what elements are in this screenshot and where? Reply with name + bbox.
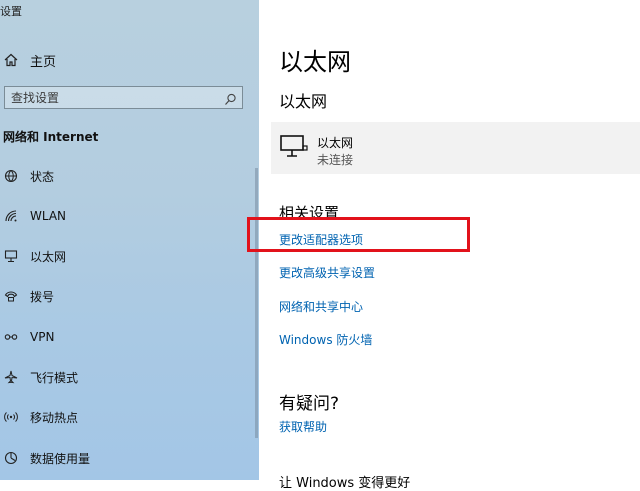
windows-firewall-link[interactable]: Windows 防火墙: [279, 331, 372, 348]
advanced-sharing-settings-link[interactable]: 更改高级共享设置: [279, 264, 375, 281]
sidebar-item-data-usage[interactable]: 数据使用量: [2, 447, 90, 469]
section-title: 网络和 Internet: [3, 130, 99, 144]
sidebar-item-label: VPN: [30, 330, 55, 344]
sidebar-item-hotspot[interactable]: 移动热点: [2, 406, 78, 428]
vpn-icon: [2, 330, 20, 344]
sidebar-item-label: 数据使用量: [30, 451, 91, 466]
window-title: 设置: [0, 5, 22, 18]
adapter-name: 以太网: [317, 136, 354, 150]
main-panel: 以太网 以太网 以太网 未连接 相关设置 更改适配器选项 更改高级共享设置 网络…: [247, 0, 640, 491]
search-input[interactable]: [5, 87, 221, 108]
ethernet-adapter-tile[interactable]: 以太网 未连接: [271, 122, 640, 174]
search-box[interactable]: [4, 86, 243, 109]
ethernet-adapter-icon: [279, 134, 309, 164]
dialup-icon: [2, 289, 20, 303]
hotspot-icon: [2, 410, 20, 424]
sidebar-item-label: 飞行模式: [30, 370, 79, 385]
sidebar-item-label: 状态: [30, 169, 55, 184]
sidebar-item-wlan[interactable]: WLAN: [2, 205, 66, 227]
adapter-status: 未连接: [317, 153, 354, 167]
sidebar-item-status[interactable]: 状态: [2, 165, 54, 187]
airplane-icon: [2, 370, 20, 384]
sidebar: 设置 主页 网络和 Internet 状态 WLAN: [0, 0, 259, 480]
wifi-icon: [2, 209, 20, 223]
home-label: 主页: [30, 54, 57, 70]
sidebar-item-label: 拨号: [30, 289, 55, 304]
sidebar-item-label: WLAN: [30, 209, 67, 223]
ethernet-icon: [2, 249, 20, 263]
sidebar-item-label: 以太网: [30, 249, 67, 264]
network-sharing-center-link[interactable]: 网络和共享中心: [279, 298, 363, 315]
home-icon: [2, 53, 20, 67]
sidebar-home[interactable]: 主页: [2, 50, 56, 70]
search-icon[interactable]: [224, 91, 237, 110]
sidebar-item-ethernet[interactable]: 以太网: [2, 245, 66, 267]
data-usage-icon: [2, 451, 20, 465]
change-adapter-options-link[interactable]: 更改适配器选项: [279, 231, 363, 248]
page-title: 以太网: [279, 48, 351, 76]
sidebar-item-dialup[interactable]: 拨号: [2, 285, 54, 307]
sidebar-scrollbar[interactable]: [255, 168, 258, 438]
get-help-link[interactable]: 获取帮助: [279, 418, 327, 435]
section-heading-ethernet: 以太网: [279, 92, 328, 111]
sidebar-item-airplane[interactable]: 飞行模式: [2, 366, 78, 388]
sidebar-item-label: 移动热点: [30, 410, 79, 425]
faq-heading: 有疑问?: [279, 394, 340, 414]
make-windows-better-heading: 让 Windows 变得更好: [279, 476, 411, 491]
status-icon: [2, 169, 20, 183]
sidebar-item-vpn[interactable]: VPN: [2, 326, 54, 348]
